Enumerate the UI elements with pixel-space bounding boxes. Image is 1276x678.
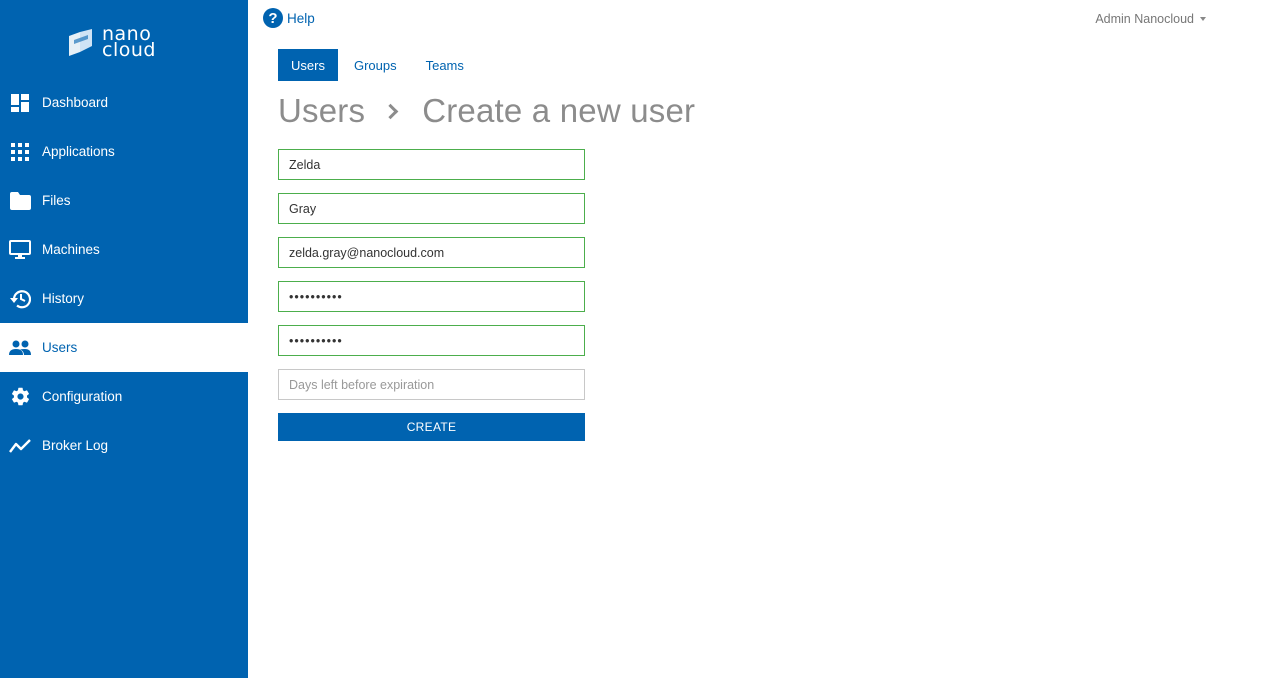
- sidebar-item-machines[interactable]: Machines: [0, 225, 248, 274]
- email-field[interactable]: [278, 237, 585, 268]
- folder-icon: [9, 190, 31, 212]
- sidebar: nano cloud Dashboard Applications Files …: [0, 0, 248, 678]
- logo-text: nano cloud: [102, 25, 156, 61]
- logo-text-line2: cloud: [102, 39, 156, 61]
- sidebar-item-label: Dashboard: [42, 95, 109, 110]
- gear-icon: [9, 386, 31, 408]
- sidebar-item-label: History: [42, 291, 85, 306]
- tab-teams[interactable]: Teams: [413, 49, 477, 81]
- help-link[interactable]: ? Help: [263, 8, 315, 28]
- apps-grid-icon: [9, 141, 31, 163]
- password-confirm-field[interactable]: [278, 325, 585, 356]
- tab-users[interactable]: Users: [278, 49, 338, 81]
- sidebar-item-history[interactable]: History: [0, 274, 248, 323]
- user-menu-dropdown[interactable]: Admin Nanocloud: [1095, 12, 1206, 26]
- sidebar-item-users[interactable]: Users: [0, 323, 248, 372]
- history-icon: [9, 288, 31, 310]
- password-field[interactable]: [278, 281, 585, 312]
- sidebar-item-label: Machines: [42, 242, 100, 257]
- breadcrumb-parent[interactable]: Users: [278, 92, 365, 130]
- nanocloud-logo[interactable]: nano cloud: [66, 22, 166, 62]
- sidebar-item-applications[interactable]: Applications: [0, 127, 248, 176]
- sidebar-item-configuration[interactable]: Configuration: [0, 372, 248, 421]
- nanocloud-logo-icon: [69, 29, 92, 56]
- chevron-right-icon: [382, 103, 399, 119]
- help-label: Help: [287, 10, 315, 26]
- sidebar-item-label: Configuration: [42, 389, 123, 404]
- user-menu-label: Admin Nanocloud: [1095, 12, 1194, 26]
- dashboard-icon: [9, 92, 31, 114]
- sidebar-item-label: Broker Log: [42, 438, 109, 453]
- sidebar-item-broker-log[interactable]: Broker Log: [0, 421, 248, 470]
- page-title-breadcrumb: Users Create a new user: [278, 92, 695, 130]
- line-chart-icon: [9, 435, 31, 457]
- sidebar-item-label: Users: [42, 340, 78, 355]
- users-icon: [9, 337, 31, 359]
- sidebar-nav: Dashboard Applications Files Machines Hi…: [0, 78, 248, 470]
- tab-bar: Users Groups Teams: [278, 49, 480, 81]
- create-button[interactable]: CREATE: [278, 413, 585, 441]
- sidebar-item-dashboard[interactable]: Dashboard: [0, 78, 248, 127]
- monitor-icon: [9, 239, 31, 261]
- question-circle-icon: ?: [263, 8, 283, 28]
- breadcrumb-current: Create a new user: [422, 92, 696, 129]
- sidebar-item-label: Files: [42, 193, 71, 208]
- expiration-days-field[interactable]: [278, 369, 585, 400]
- create-user-form: CREATE: [278, 149, 585, 441]
- sidebar-item-label: Applications: [42, 144, 115, 159]
- caret-down-icon: [1200, 17, 1206, 21]
- first-name-field[interactable]: [278, 149, 585, 180]
- tab-groups[interactable]: Groups: [341, 49, 410, 81]
- last-name-field[interactable]: [278, 193, 585, 224]
- sidebar-item-files[interactable]: Files: [0, 176, 248, 225]
